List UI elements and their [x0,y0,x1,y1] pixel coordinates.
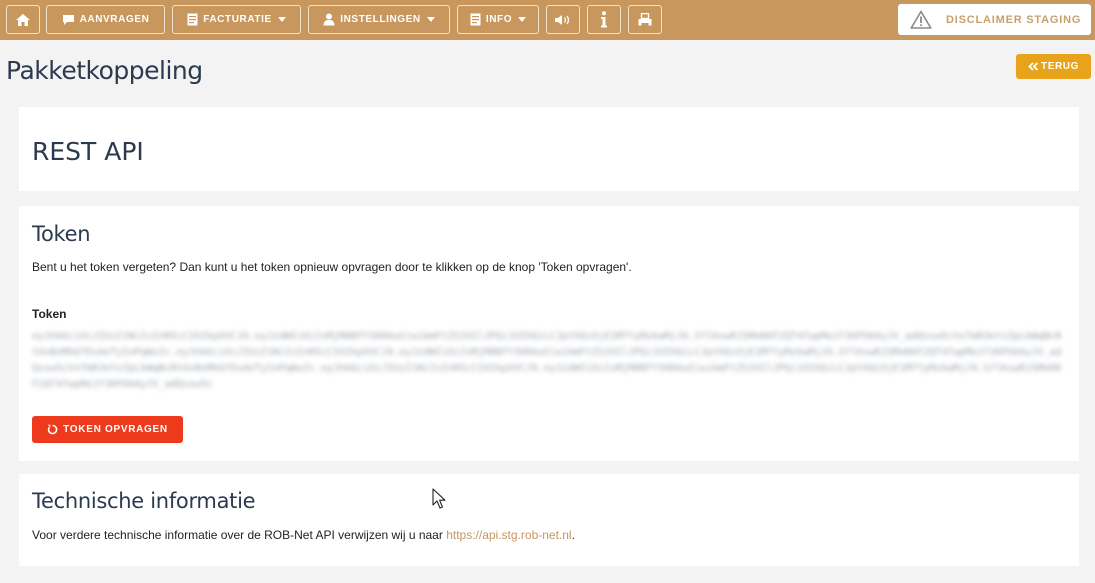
technical-text-suffix: . [571,528,575,542]
token-description: Bent u het token vergeten? Dan kunt u he… [32,260,632,274]
api-docs-link[interactable]: https://api.stg.rob-net.nl [446,528,571,542]
top-navbar: AANVRAGEN FACTURATIE INSTELLINGEN INFO D… [0,0,1095,40]
chevron-down-icon [277,17,286,22]
nav-info[interactable]: INFO [457,5,539,34]
token-card: Token Bent u het token vergeten? Dan kun… [19,206,1079,461]
token-heading: Token [32,222,91,246]
technical-text-body: Voor verdere technische informatie over … [32,528,447,542]
back-button[interactable]: TERUG [1016,54,1091,79]
refresh-icon [47,424,58,435]
nav-aanvragen[interactable]: AANVRAGEN [46,5,165,34]
home-icon [16,13,30,26]
nav-facturatie-label: FACTURATIE [203,14,272,25]
info-icon [601,11,607,28]
disclaimer-label: DISCLAIMER STAGING [946,13,1082,26]
document-icon [187,13,198,26]
technical-text: Voor verdere technische informatie over … [32,528,575,542]
disclaimer-staging-button[interactable]: DISCLAIMER STAGING [898,4,1091,35]
volume-icon [555,14,570,25]
token-opvragen-label: TOKEN OPVRAGEN [63,424,168,435]
info-button[interactable] [587,5,621,34]
technical-info-card: Technische informatie Voor verdere techn… [19,474,1079,566]
token-opvragen-button[interactable]: TOKEN OPVRAGEN [32,416,183,443]
mouse-cursor-icon [432,488,446,509]
home-button[interactable] [6,5,40,34]
warning-icon [910,10,932,29]
speech-bubble-icon [62,14,74,25]
page-title: Pakketkoppeling [6,56,203,85]
printer-icon [638,12,652,26]
double-chevron-left-icon [1028,62,1039,71]
document-icon [470,13,481,26]
chevron-down-icon [426,17,435,22]
token-label: Token [32,307,67,321]
rest-api-heading: REST API [32,137,144,166]
nav-aanvragen-label: AANVRAGEN [79,14,150,25]
print-button[interactable] [628,5,662,34]
nav-instellingen-label: INSTELLINGEN [340,14,421,25]
chevron-down-icon [518,17,527,22]
technical-heading: Technische informatie [32,489,256,513]
token-value: eyJhbGciOiJIUzI1NiIsInR5cCI6IkpXVCJ9.eyJ… [32,331,1062,390]
nav-info-label: INFO [485,14,513,25]
user-icon [323,13,335,26]
back-label: TERUG [1041,61,1079,72]
rest-api-card: REST API [19,107,1079,191]
nav-instellingen[interactable]: INSTELLINGEN [308,5,450,34]
sound-button[interactable] [546,5,580,34]
nav-facturatie[interactable]: FACTURATIE [172,5,301,34]
